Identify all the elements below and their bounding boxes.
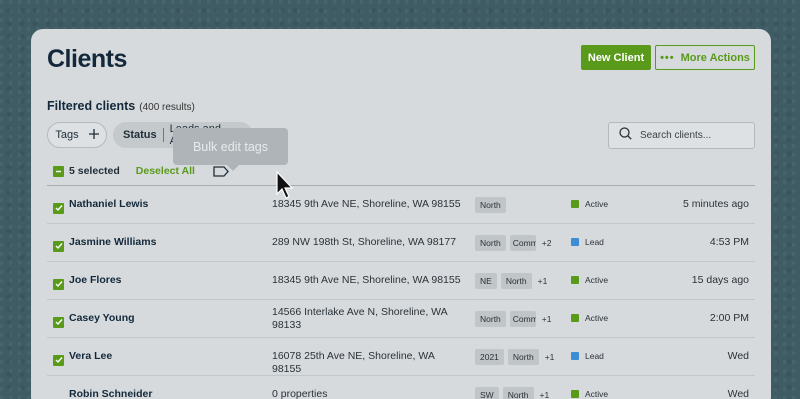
status-filter-separator bbox=[162, 128, 164, 142]
tag-pill: Comm bbox=[509, 235, 536, 251]
more-tags-count: +1 bbox=[539, 390, 550, 399]
client-tags: NE North +1 bbox=[475, 273, 547, 289]
client-name[interactable]: Vera Lee bbox=[69, 350, 112, 362]
more-actions-label: More Actions bbox=[680, 51, 750, 64]
search-input[interactable] bbox=[640, 130, 740, 141]
last-activity-time: 15 days ago bbox=[691, 274, 749, 286]
tag-pill: North bbox=[475, 197, 506, 213]
status-label: Lead bbox=[585, 351, 604, 361]
status-dot-icon bbox=[571, 200, 579, 208]
tags-filter-label: Tags bbox=[55, 129, 79, 141]
tags-filter-chip[interactable]: Tags bbox=[47, 122, 107, 148]
last-activity-time: Wed bbox=[727, 388, 749, 399]
more-tags-count: +2 bbox=[541, 238, 552, 248]
last-activity-time: 2:00 PM bbox=[709, 312, 749, 324]
clients-panel: Clients New Client ••• More Actions Filt… bbox=[31, 29, 771, 399]
table-row[interactable]: Casey Young 14566 Interlake Ave N, Shorel… bbox=[47, 300, 755, 338]
last-activity-time: 5 minutes ago bbox=[683, 198, 749, 210]
client-tags: SW North +1 bbox=[475, 387, 549, 399]
client-tags: 2021 North +1 bbox=[475, 349, 554, 365]
table-row[interactable]: Jasmine Williams 289 NW 198th St, Shoreli… bbox=[47, 224, 755, 262]
filtered-title: Filtered clients bbox=[47, 99, 136, 113]
status-dot-icon bbox=[571, 314, 579, 322]
client-address: 16078 25th Ave NE, Shoreline, WA 98155 bbox=[272, 350, 435, 375]
page-title: Clients bbox=[47, 45, 127, 73]
table-row[interactable]: Joe Flores 18345 9th Ave NE, Shoreline, W… bbox=[47, 262, 755, 300]
new-client-button[interactable]: New Client bbox=[581, 45, 651, 70]
status-label: Lead bbox=[585, 237, 604, 247]
table-row[interactable]: Vera Lee 16078 25th Ave NE, Shoreline, WA… bbox=[47, 338, 755, 376]
tag-pill: North bbox=[475, 235, 506, 251]
selected-count: 5 selected bbox=[69, 165, 120, 177]
status-badge: Active bbox=[571, 313, 608, 323]
plus-icon bbox=[88, 128, 99, 142]
select-all-checkbox[interactable] bbox=[53, 165, 64, 177]
status-badge: Active bbox=[571, 199, 608, 209]
client-name[interactable]: Nathaniel Lewis bbox=[69, 198, 148, 210]
client-tags: North bbox=[475, 197, 506, 213]
status-badge: Lead bbox=[571, 351, 604, 361]
filtered-heading: Filtered clients (400 results) bbox=[47, 99, 195, 113]
table-row[interactable]: Nathaniel Lewis 18345 9th Ave NE, Shoreli… bbox=[47, 186, 755, 224]
more-tags-count: +1 bbox=[537, 276, 548, 286]
bulk-edit-tooltip: Bulk edit tags bbox=[173, 128, 288, 171]
tag-pill: SW bbox=[475, 387, 499, 399]
client-name[interactable]: Joe Flores bbox=[69, 274, 122, 286]
client-tags: North Comm +1 bbox=[475, 311, 552, 327]
row-checkbox[interactable] bbox=[53, 202, 64, 214]
search-icon bbox=[619, 126, 632, 145]
client-name[interactable]: Casey Young bbox=[69, 312, 135, 324]
more-tags-count: +1 bbox=[541, 314, 552, 324]
row-checkbox[interactable] bbox=[53, 240, 64, 252]
last-activity-time: Wed bbox=[727, 350, 749, 362]
client-address: 14566 Interlake Ave N, Shoreline, WA 981… bbox=[272, 306, 448, 331]
deselect-all-link[interactable]: Deselect All bbox=[136, 165, 195, 177]
tag-pill: 2021 bbox=[475, 349, 504, 365]
status-label: Active bbox=[585, 389, 609, 399]
client-address: 289 NW 198th St, Shoreline, WA 98177 bbox=[272, 236, 457, 248]
status-dot-icon bbox=[571, 352, 579, 360]
mouse-cursor-icon bbox=[276, 171, 294, 199]
more-tags-count: +1 bbox=[544, 352, 555, 362]
client-tags: North Comm +2 bbox=[475, 235, 552, 251]
tag-pill: North bbox=[507, 349, 539, 365]
client-name[interactable]: Jasmine Williams bbox=[69, 236, 156, 248]
status-dot-icon bbox=[571, 238, 579, 246]
last-activity-time: 4:53 PM bbox=[709, 236, 749, 248]
status-dot-icon bbox=[571, 276, 579, 284]
status-badge: Active bbox=[571, 389, 608, 399]
status-badge: Active bbox=[571, 275, 608, 285]
row-checkbox[interactable] bbox=[53, 354, 64, 366]
client-address: 0 properties bbox=[272, 388, 328, 399]
status-label: Active bbox=[585, 275, 609, 285]
client-address: 18345 9th Ave NE, Shoreline, WA 98155 bbox=[272, 274, 461, 286]
results-count: (400 results) bbox=[139, 102, 195, 113]
tag-pill: Comm bbox=[509, 311, 536, 327]
tag-pill: North bbox=[500, 273, 532, 289]
status-dot-icon bbox=[571, 390, 579, 398]
selection-bar: 5 selected Deselect All bbox=[53, 163, 229, 179]
row-checkbox[interactable] bbox=[53, 316, 64, 328]
search-box[interactable] bbox=[608, 122, 755, 149]
tag-pill: NE bbox=[475, 273, 497, 289]
more-actions-button[interactable]: ••• More Actions bbox=[655, 45, 755, 70]
row-checkbox[interactable] bbox=[53, 391, 64, 399]
row-checkbox[interactable] bbox=[53, 278, 64, 290]
client-name[interactable]: Robin Schneider bbox=[69, 388, 152, 399]
tag-pill: North bbox=[502, 387, 534, 399]
status-badge: Lead bbox=[571, 237, 604, 247]
table-row[interactable]: Robin Schneider 0 properties SW North +1 Acti… bbox=[47, 376, 755, 399]
status-label: Active bbox=[585, 313, 609, 323]
tag-pill: North bbox=[475, 311, 506, 327]
status-label: Active bbox=[585, 199, 609, 209]
client-address: 18345 9th Ave NE, Shoreline, WA 98155 bbox=[272, 198, 461, 210]
status-filter-key: Status bbox=[123, 129, 157, 141]
more-dots-icon: ••• bbox=[660, 51, 675, 64]
